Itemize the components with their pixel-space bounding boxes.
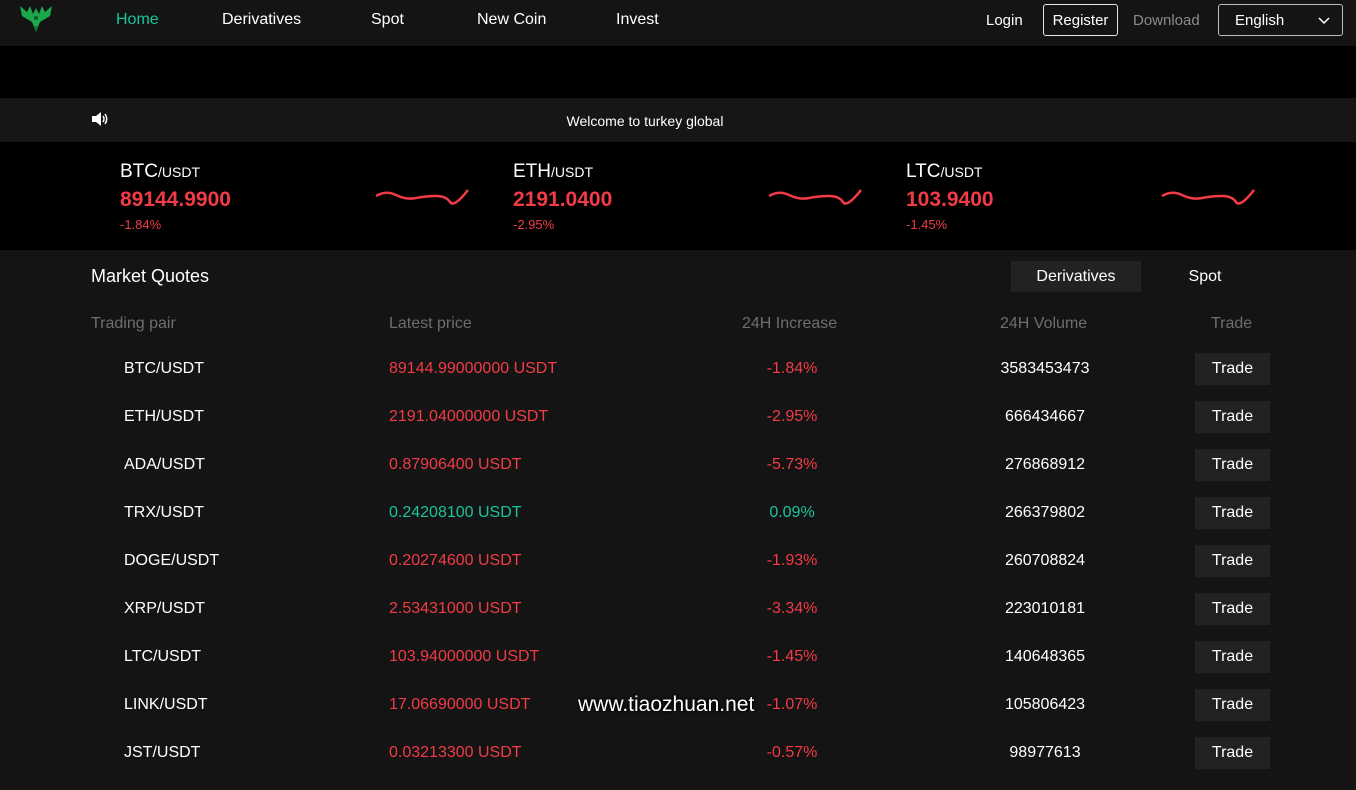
increase-cell: -2.95% [766,408,818,425]
sparkline-icon [1161,189,1255,205]
increase-cell: -1.84% [766,360,818,377]
increase-cell: -3.34% [766,600,818,617]
ticker-change: -1.84% [120,217,162,232]
trade-button[interactable]: Trade [1195,545,1270,577]
download-link[interactable]: Download [1133,12,1200,29]
volume-cell: 260708824 [1004,552,1086,569]
column-header-24h-volume: 24H Volume [1000,315,1088,332]
pair-cell: TRX/USDT [124,504,204,521]
ticker-ltc[interactable]: LTC/USDT 103.9400 -1.45% [906,142,1299,250]
sparkline-icon [768,189,862,205]
column-header-latest-price: Latest price [389,315,472,332]
table-row[interactable]: XRP/USDT 2.53431000 USDT -3.34% 22301018… [0,587,1356,635]
ticker-strip: BTC/USDT 89144.9900 -1.84% ETH/USDT 2191… [0,142,1356,250]
nav-new-coin[interactable]: New Coin [477,11,546,29]
volume-cell: 276868912 [1004,456,1086,473]
column-header-trading-pair: Trading pair [91,315,176,332]
increase-cell: -0.57% [766,744,818,761]
banner-area [0,46,1356,98]
trade-button[interactable]: Trade [1195,689,1270,721]
tab-spot[interactable]: Spot [1141,261,1269,292]
login-link[interactable]: Login [986,12,1023,29]
pair-cell: ADA/USDT [124,456,205,473]
price-cell: 17.06690000 USDT [389,696,531,713]
price-cell: 89144.99000000 USDT [389,360,558,377]
pair-cell: BTC/USDT [124,360,204,377]
increase-cell: 0.09% [769,504,815,521]
trade-button[interactable]: Trade [1195,737,1270,769]
nav-spot[interactable]: Spot [371,11,404,29]
language-select[interactable]: English [1218,4,1343,36]
trade-button[interactable]: Trade [1195,497,1270,529]
table-row[interactable]: BTC/USDT 89144.99000000 USDT -1.84% 3583… [0,347,1356,395]
price-cell: 103.94000000 USDT [389,648,540,665]
trade-button[interactable]: Trade [1195,353,1270,385]
trade-button[interactable]: Trade [1195,593,1270,625]
market-title: Market Quotes [91,266,210,286]
trade-button[interactable]: Trade [1195,401,1270,433]
increase-cell: -1.07% [766,696,818,713]
top-navbar: Home Derivatives Spot New Coin Invest Lo… [0,0,1356,46]
pair-cell: DOGE/USDT [124,552,220,569]
increase-cell: -1.45% [766,648,818,665]
register-button[interactable]: Register [1043,4,1118,36]
ticker-price: 2191.0400 [513,188,613,211]
ticker-btc[interactable]: BTC/USDT 89144.9900 -1.84% [120,142,513,250]
ticker-pair: LTC/USDT [906,161,983,182]
pair-cell: JST/USDT [124,744,201,761]
volume-cell: 140648365 [1004,648,1086,665]
volume-cell: 105806423 [1004,696,1086,713]
table-row[interactable]: JST/USDT 0.03213300 USDT -0.57% 98977613… [0,731,1356,779]
price-cell: 2.53431000 USDT [389,600,522,617]
volume-cell: 3583453473 [1000,360,1090,377]
volume-cell: 666434667 [1004,408,1086,425]
table-row[interactable]: TRX/USDT 0.24208100 USDT 0.09% 266379802… [0,491,1356,539]
price-cell: 2191.04000000 USDT [389,408,549,425]
increase-cell: -1.93% [766,552,818,569]
trade-button[interactable]: Trade [1195,641,1270,673]
language-value: English [1235,11,1285,29]
ticker-eth[interactable]: ETH/USDT 2191.0400 -2.95% [513,142,906,250]
table-row[interactable]: DOGE/USDT 0.20274600 USDT -1.93% 2607088… [0,539,1356,587]
volume-cell: 98977613 [1009,744,1081,761]
nav-derivatives[interactable]: Derivatives [222,11,301,29]
nav-home[interactable]: Home [116,11,159,29]
pair-cell: LINK/USDT [124,696,208,713]
table-row[interactable]: LTC/USDT 103.94000000 USDT -1.45% 140648… [0,635,1356,683]
volume-cell: 266379802 [1004,504,1086,521]
price-cell: 0.24208100 USDT [389,504,522,521]
ticker-pair: ETH/USDT [513,161,593,182]
volume-cell: 223010181 [1004,600,1086,617]
ticker-change: -2.95% [513,217,555,232]
tab-derivatives[interactable]: Derivatives [1011,261,1141,292]
table-row[interactable]: ETH/USDT 2191.04000000 USDT -2.95% 66643… [0,395,1356,443]
pair-cell: LTC/USDT [124,648,202,665]
price-cell: 0.03213300 USDT [389,744,522,761]
notice-bar: Welcome to turkey global [0,98,1356,142]
column-header-trade: Trade [1211,315,1253,332]
ticker-price: 89144.9900 [120,188,231,211]
increase-cell: -5.73% [766,456,818,473]
ticker-pair: BTC/USDT [120,161,200,182]
price-cell: 0.20274600 USDT [389,552,522,569]
ticker-change: -1.45% [906,217,948,232]
price-cell: 0.87906400 USDT [389,456,522,473]
column-header-24h-increase: 24H Increase [742,315,838,332]
pair-cell: ETH/USDT [124,408,204,425]
trade-button[interactable]: Trade [1195,449,1270,481]
table-row[interactable]: ADA/USDT 0.87906400 USDT -5.73% 27686891… [0,443,1356,491]
chevron-down-icon [1318,17,1330,25]
pair-cell: XRP/USDT [124,600,205,617]
ticker-price: 103.9400 [906,188,994,211]
watermark-text: www.tiaozhuan.net [578,693,755,716]
phoenix-logo-icon[interactable] [18,2,54,36]
nav-invest[interactable]: Invest [616,11,659,29]
notice-text: Welcome to turkey global [566,113,724,129]
sparkline-icon [375,189,469,205]
